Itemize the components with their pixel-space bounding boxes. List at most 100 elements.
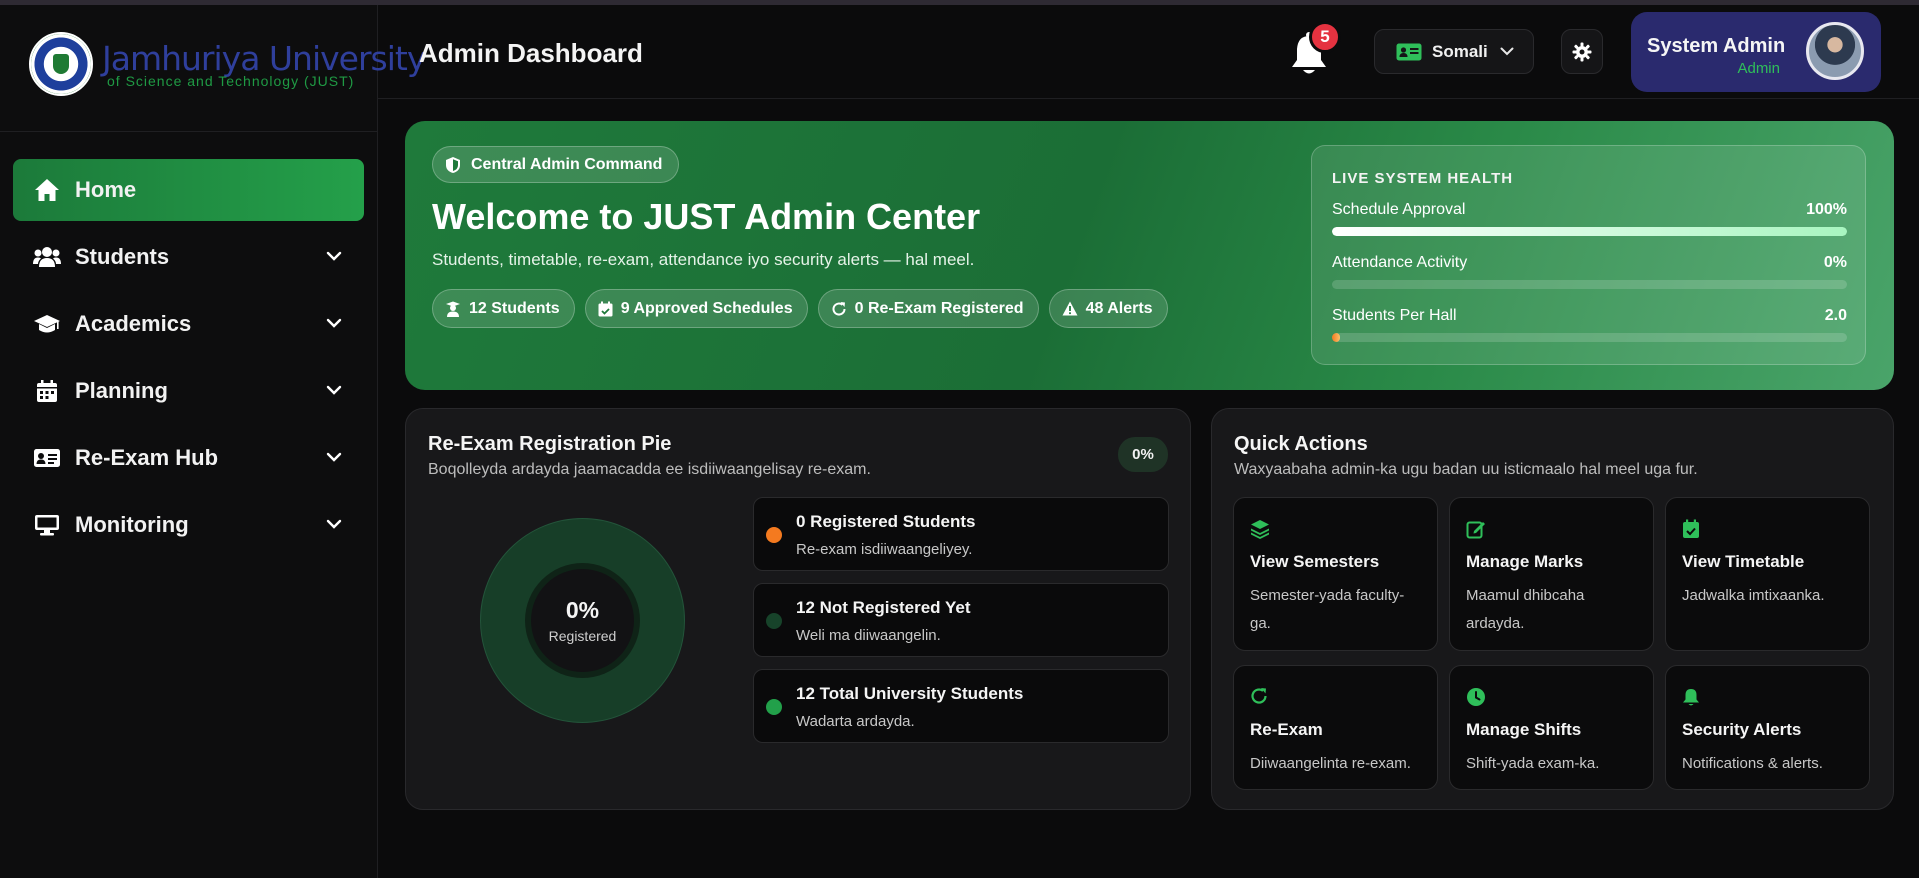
- refresh-icon: [1250, 687, 1270, 707]
- warning-icon: [1062, 301, 1078, 316]
- reexam-registration-card: Re-Exam Registration Pie Boqolleyda arda…: [405, 408, 1191, 810]
- legend-dot-total: [766, 699, 782, 715]
- action-description: Diiwaangelinta re-exam.: [1250, 755, 1411, 772]
- chevron-down-icon: [326, 315, 342, 333]
- live-system-health-panel: LIVE SYSTEM HEALTH Schedule Approval 100…: [1311, 145, 1866, 365]
- layers-icon: [1250, 519, 1270, 539]
- sidebar-item-students[interactable]: Students: [13, 226, 364, 288]
- action-description: Maamul dhibcaha ardayda.: [1466, 587, 1585, 632]
- action-re-exam[interactable]: Re-Exam Diiwaangelinta re-exam.: [1233, 665, 1438, 790]
- action-manage-marks[interactable]: Manage Marks Maamul dhibcaha ardayda.: [1449, 497, 1654, 651]
- home-icon: [33, 176, 61, 204]
- clock-icon: [1466, 687, 1486, 707]
- sidebar-item-re-exam-hub[interactable]: Re-Exam Hub: [13, 427, 364, 489]
- action-title: View Timetable: [1682, 552, 1805, 571]
- users-icon: [33, 243, 61, 271]
- donut-legend: 0 Registered Students Re-exam isdiiwaang…: [753, 497, 1169, 755]
- sidebar: Jamhuriya University of Science and Tech…: [0, 5, 426, 878]
- legend-description: Re-exam isdiiwaangeliyey.: [796, 541, 973, 558]
- legend-description: Weli ma diiwaangelin.: [796, 627, 941, 644]
- sidebar-item-label: Monitoring: [75, 512, 189, 537]
- user-name: System Admin: [1647, 35, 1786, 57]
- badge-label: Central Admin Command: [471, 155, 663, 173]
- progress-fill: [1332, 333, 1340, 342]
- sidebar-item-monitoring[interactable]: Monitoring: [13, 494, 364, 556]
- language-label: Somali: [1432, 41, 1488, 61]
- legend-description: Wadarta ardayda.: [796, 713, 915, 730]
- gear-icon: [1572, 42, 1592, 62]
- id-card-icon: [33, 444, 61, 472]
- sidebar-item-label: Academics: [75, 311, 192, 336]
- legend-dot-not-registered: [766, 613, 782, 629]
- legend-item: 12 Not Registered Yet Weli ma diiwaangel…: [753, 583, 1169, 657]
- monitor-icon: [33, 511, 61, 539]
- action-security-alerts[interactable]: Security Alerts Notifications & alerts.: [1665, 665, 1870, 790]
- action-title: View Semesters: [1250, 552, 1380, 571]
- notification-count-badge: 5: [1309, 21, 1341, 53]
- sidebar-item-academics[interactable]: Academics: [13, 293, 364, 355]
- user-role: Admin: [1737, 60, 1780, 77]
- sidebar-item-planning[interactable]: Planning: [13, 360, 364, 422]
- stat-alerts-chip: 48 Alerts: [1048, 289, 1168, 328]
- calendar-check-icon: [598, 301, 613, 317]
- action-title: Manage Marks: [1466, 552, 1584, 571]
- metric-value: 100%: [1806, 201, 1847, 218]
- action-description: Semester-yada faculty-ga.: [1250, 587, 1405, 632]
- chevron-down-icon: [326, 248, 342, 266]
- progress-track: [1332, 280, 1847, 289]
- hero-title: Welcome to JUST Admin Center: [432, 196, 981, 237]
- action-title: Security Alerts: [1682, 720, 1802, 739]
- sidebar-item-label: Students: [75, 244, 170, 269]
- stat-schedules-chip: 9 Approved Schedules: [584, 289, 808, 328]
- action-title: Re-Exam: [1250, 720, 1323, 739]
- legend-title: 0 Registered Students: [796, 512, 976, 531]
- metric-label: Students Per Hall: [1332, 307, 1457, 324]
- brand-logo[interactable]: Jamhuriya University of Science and Tech…: [0, 5, 426, 132]
- chevron-down-icon: [326, 382, 342, 400]
- metric-label: Attendance Activity: [1332, 254, 1468, 271]
- university-seal-icon: [29, 32, 93, 96]
- card-subtitle: Boqolleyda ardayda jaamacadda ee isdiiwa…: [428, 461, 871, 478]
- action-manage-shifts[interactable]: Manage Shifts Shift-yada exam-ka.: [1449, 665, 1654, 790]
- theme-toggle-button[interactable]: [1561, 29, 1603, 74]
- legend-item: 12 Total University Students Wadarta ard…: [753, 669, 1169, 743]
- legend-title: 12 Total University Students: [796, 684, 1024, 703]
- stat-label: 0 Re-Exam Registered: [854, 299, 1024, 317]
- edit-icon: [1466, 519, 1486, 539]
- stat-label: 9 Approved Schedules: [620, 299, 793, 317]
- legend-dot-registered: [766, 527, 782, 543]
- graduation-cap-icon: [33, 310, 61, 338]
- legend-item: 0 Registered Students Re-exam isdiiwaang…: [753, 497, 1169, 571]
- progress-track: [1332, 227, 1847, 236]
- user-profile-menu[interactable]: System Admin Admin: [1631, 12, 1881, 92]
- quick-actions-grid: View Semesters Semester-yada faculty-ga.…: [1233, 497, 1870, 790]
- sidebar-item-label: Home: [75, 177, 137, 202]
- donut-percentage: 0%: [565, 597, 600, 623]
- card-subtitle: Waxyaabaha admin-ka ugu badan uu isticma…: [1234, 461, 1698, 478]
- brand-subtitle: of Science and Technology (JUST): [107, 73, 355, 89]
- hero-stats: 12 Students 9 Approved Schedules 0 Re-Ex…: [432, 289, 1178, 328]
- sidebar-nav: Home Students Academics Planning Re-Exam…: [13, 159, 364, 561]
- card-title: Re-Exam Registration Pie: [428, 433, 672, 455]
- health-title: LIVE SYSTEM HEALTH: [1332, 170, 1514, 187]
- chevron-down-icon: [326, 516, 342, 534]
- registration-donut-chart: 0% Registered: [480, 518, 685, 723]
- action-description: Notifications & alerts.: [1682, 755, 1823, 772]
- calendar-check-icon: [1682, 519, 1702, 539]
- action-title: Manage Shifts: [1466, 720, 1582, 739]
- bell-icon: [1682, 687, 1702, 707]
- stat-reexam-chip: 0 Re-Exam Registered: [817, 289, 1039, 328]
- language-selector[interactable]: Somali: [1374, 29, 1534, 74]
- central-admin-badge: Central Admin Command: [432, 146, 680, 183]
- refresh-icon: [831, 301, 847, 317]
- legend-title: 12 Not Registered Yet: [796, 598, 971, 617]
- sidebar-item-home[interactable]: Home: [13, 159, 364, 221]
- student-icon: [445, 301, 461, 317]
- action-description: Jadwalka imtixaanka.: [1682, 587, 1825, 604]
- chevron-down-icon: [1500, 47, 1514, 56]
- action-view-semesters[interactable]: View Semesters Semester-yada faculty-ga.: [1233, 497, 1438, 651]
- action-view-timetable[interactable]: View Timetable Jadwalka imtixaanka.: [1665, 497, 1870, 651]
- chevron-down-icon: [326, 449, 342, 467]
- hero-subtitle: Students, timetable, re-exam, attendance…: [432, 250, 975, 269]
- language-card-icon: [1396, 43, 1422, 61]
